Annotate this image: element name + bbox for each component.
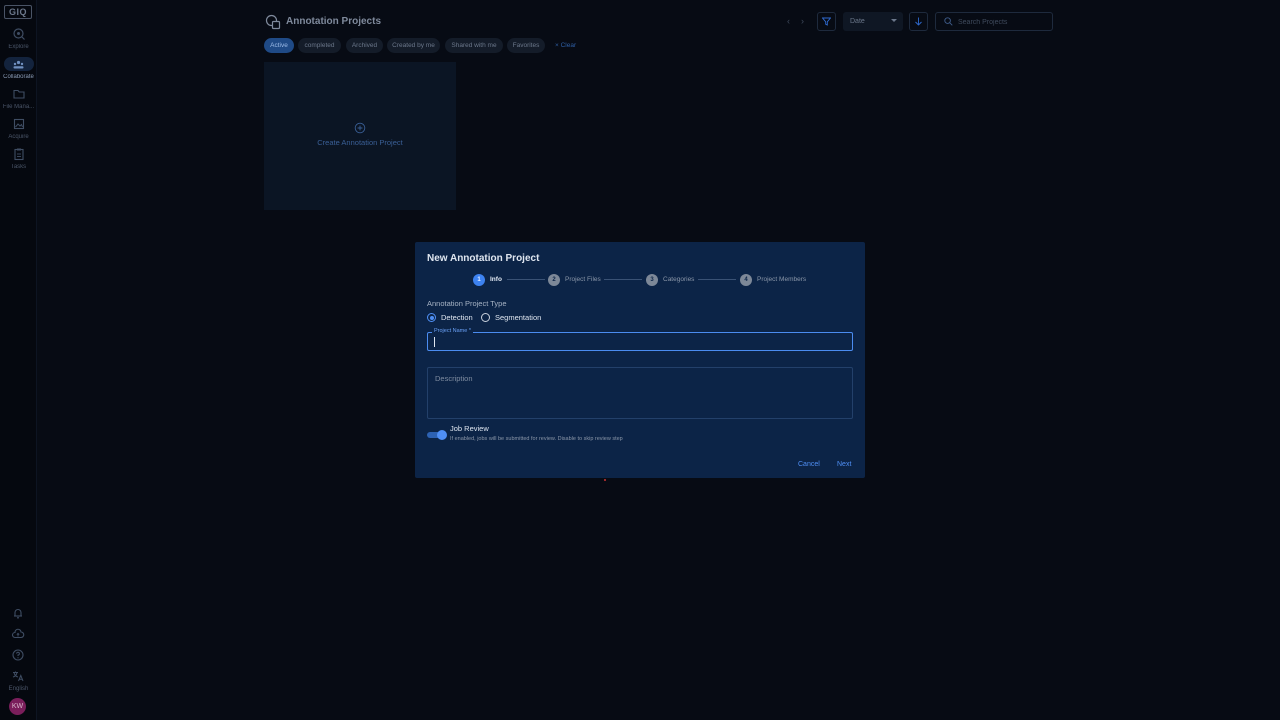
project-type-label: Annotation Project Type	[427, 299, 507, 308]
search-icon	[944, 17, 953, 26]
add-circle-icon	[354, 122, 366, 134]
help-icon[interactable]	[11, 648, 25, 662]
radio-detection[interactable]: Detection	[427, 313, 473, 322]
language-label[interactable]: English	[0, 686, 37, 692]
chip-created-by-me[interactable]: Created by me	[387, 38, 440, 53]
image-icon	[13, 118, 24, 130]
clear-filters-button[interactable]: × Clear	[555, 38, 576, 53]
sidebar-item-label: Acquire	[8, 134, 29, 140]
step-label: Project Members	[757, 276, 807, 283]
chip-shared-with-me[interactable]: Shared with me	[445, 38, 503, 53]
project-name-label: Project Name *	[432, 328, 473, 334]
chevron-left-icon[interactable]: ‹	[787, 16, 790, 26]
search-box[interactable]	[935, 12, 1053, 31]
step-number: 3	[646, 273, 658, 286]
project-name-field[interactable]	[427, 332, 853, 351]
chip-favorites[interactable]: Favorites	[507, 38, 545, 53]
chip-completed[interactable]: completed	[298, 38, 341, 53]
description-input[interactable]	[428, 368, 852, 418]
filter-icon	[822, 17, 831, 26]
job-review-toggle[interactable]	[427, 430, 447, 440]
annotation-projects-icon	[265, 14, 281, 30]
radio-indicator[interactable]	[427, 313, 436, 322]
sort-by-select[interactable]: Date	[843, 12, 903, 31]
step-number: 2	[548, 273, 560, 286]
nav-active-indicator	[3, 57, 34, 71]
radio-indicator[interactable]	[481, 313, 490, 322]
search-input[interactable]	[958, 16, 1048, 28]
stepper-connector	[604, 279, 642, 280]
job-review-title: Job Review	[450, 424, 489, 433]
sidebar-item-file-manager[interactable]: File Mana...	[0, 87, 37, 110]
sidebar-item-collaborate[interactable]: Collaborate	[0, 57, 37, 80]
sidebar-item-tasks[interactable]: Tasks	[0, 147, 37, 170]
sort-by-value: Date	[850, 18, 865, 25]
cancel-button[interactable]: Cancel	[798, 461, 820, 468]
sort-direction-button[interactable]	[909, 12, 928, 31]
step-label: Project Files	[565, 276, 601, 283]
chip-active[interactable]: Active	[264, 38, 294, 53]
project-name-input[interactable]	[433, 336, 843, 347]
bell-icon[interactable]	[11, 606, 25, 620]
step-label: Categories	[663, 276, 695, 283]
clipboard-icon	[13, 148, 24, 161]
create-project-label: Create Annotation Project	[317, 138, 403, 147]
description-field[interactable]	[427, 367, 853, 419]
chevron-right-icon[interactable]: ›	[801, 16, 804, 26]
app-logo[interactable]: GIQ	[4, 5, 32, 19]
folder-icon	[12, 89, 25, 99]
new-project-dialog: New Annotation Project 1 Info 2 Project …	[415, 242, 865, 478]
toggle-knob	[437, 430, 447, 440]
step-number: 1	[473, 273, 485, 286]
sidebar-item-acquire[interactable]: Acquire	[0, 117, 37, 140]
radio-label: Segmentation	[495, 313, 542, 322]
sidebar-item-label: Explore	[8, 44, 29, 50]
step-project-files: 2 Project Files	[548, 273, 601, 286]
step-project-members: 4 Project Members	[740, 273, 806, 286]
stepper-connector	[507, 279, 545, 280]
stepper-connector	[698, 279, 736, 280]
dialog-title: New Annotation Project	[427, 253, 540, 264]
next-button[interactable]: Next	[837, 461, 851, 468]
cloud-upload-icon[interactable]	[11, 627, 25, 641]
job-review-description: If enabled, jobs will be submitted for r…	[450, 436, 623, 442]
sidebar-item-label: File Mana...	[2, 104, 35, 110]
cursor-marker	[604, 479, 606, 481]
step-number: 4	[740, 273, 752, 286]
translate-icon[interactable]	[11, 669, 25, 683]
collaborate-icon	[13, 60, 24, 68]
create-project-card[interactable]: Create Annotation Project	[264, 62, 456, 210]
chip-archived[interactable]: Archived	[346, 38, 383, 53]
chevron-down-icon	[891, 19, 897, 22]
explore-icon	[12, 28, 25, 40]
step-categories: 3 Categories	[646, 273, 694, 286]
step-label: Info	[490, 276, 502, 283]
arrow-down-icon	[915, 17, 922, 26]
radio-label: Detection	[441, 313, 473, 322]
avatar[interactable]: KW	[9, 698, 26, 715]
filter-button[interactable]	[817, 12, 836, 31]
text-cursor	[434, 337, 435, 347]
page-title: Annotation Projects	[286, 16, 382, 27]
clear-filters-label: Clear	[560, 42, 577, 49]
radio-segmentation[interactable]: Segmentation	[481, 313, 541, 322]
close-icon: ×	[555, 42, 559, 49]
sidebar: GIQ Explore Collaborate File Mana... Acq…	[0, 0, 37, 720]
sidebar-item-label: Tasks	[10, 164, 27, 170]
sidebar-item-label: Collaborate	[3, 74, 34, 80]
step-info: 1 Info	[473, 273, 502, 286]
sidebar-item-explore[interactable]: Explore	[0, 27, 37, 50]
